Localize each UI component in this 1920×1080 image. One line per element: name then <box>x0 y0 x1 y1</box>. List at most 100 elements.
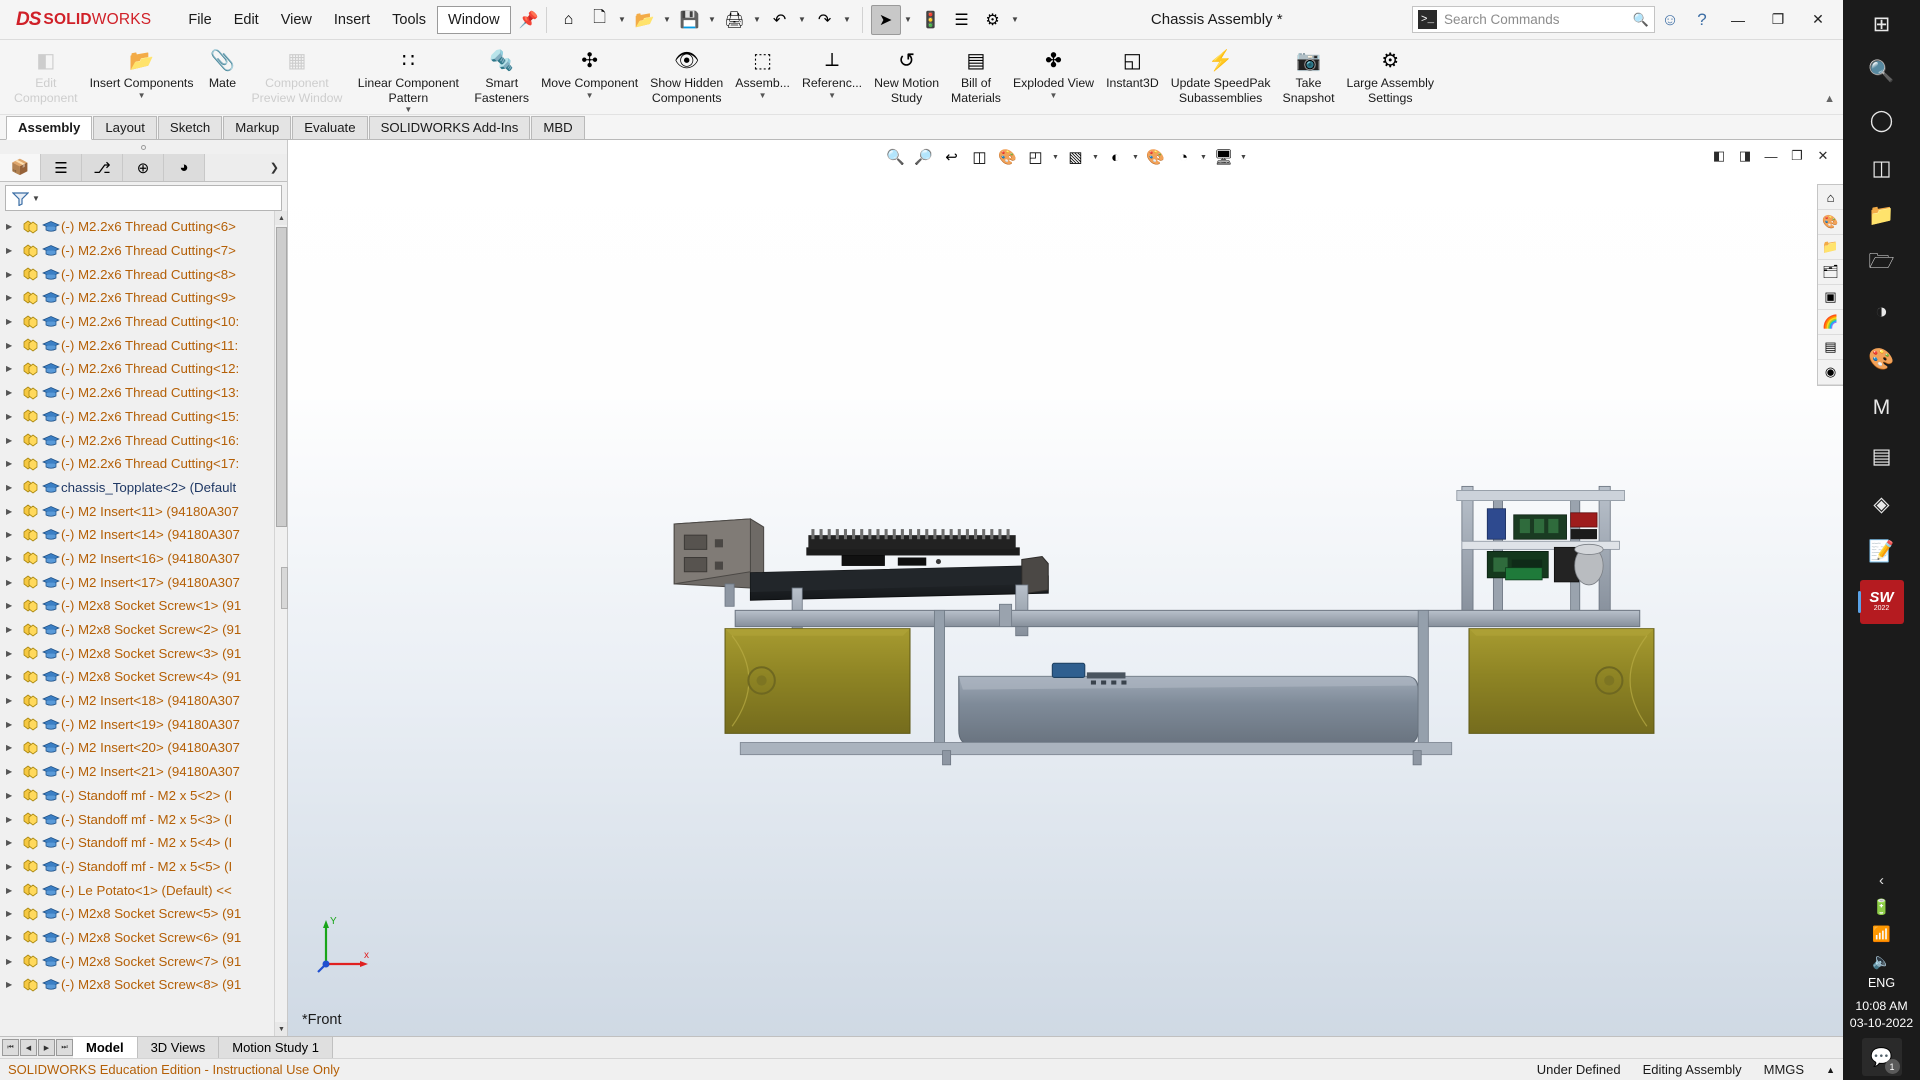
expand-arrow-icon[interactable]: ▶ <box>6 767 21 776</box>
zoom-to-fit-icon[interactable]: 🔍 <box>882 145 909 169</box>
expand-arrow-icon[interactable]: ▶ <box>6 222 21 231</box>
network-icon[interactable]: 📶 <box>1872 925 1891 943</box>
tab-mbd[interactable]: MBD <box>531 116 584 139</box>
expand-arrow-icon[interactable]: ▶ <box>6 436 21 445</box>
tree-item[interactable]: ▶(-) M2.2x6 Thread Cutting<11: <box>0 333 287 357</box>
ribbon-move-component[interactable]: ✣Move Component▼ <box>535 43 644 101</box>
tree-item[interactable]: ▶(-) Standoff mf - M2 x 5<2> (I <box>0 784 287 808</box>
tree-item[interactable]: ▶(-) M2 Insert<19> (94180A307 <box>0 712 287 736</box>
print-icon[interactable]: 🖨 <box>720 5 750 35</box>
next-tab-button[interactable]: ▶ <box>38 1039 55 1056</box>
ribbon-show-hidden-components[interactable]: 👁Show HiddenComponents <box>644 43 729 107</box>
tree-item[interactable]: ▶(-) M2.2x6 Thread Cutting<10: <box>0 310 287 334</box>
tab-layout[interactable]: Layout <box>93 116 157 139</box>
save-icon[interactable]: 💾 <box>675 5 705 35</box>
ribbon-linear-component-pattern[interactable]: ∷Linear Component Pattern▼ <box>348 43 468 115</box>
solidworks-forum-icon[interactable]: ◉ <box>1818 360 1843 385</box>
expand-arrow-icon[interactable]: ▶ <box>6 791 21 800</box>
expand-arrow-icon[interactable]: ▶ <box>6 957 21 966</box>
taskbar-task-view-icon[interactable]: ◫ <box>1853 144 1911 192</box>
bottom-tab-3d-views[interactable]: 3D Views <box>138 1037 220 1058</box>
ribbon-dropdown-icon[interactable]: ▼ <box>404 107 412 113</box>
tree-item[interactable]: ▶(-) M2x8 Socket Screw<4> (91 <box>0 665 287 689</box>
tree-item[interactable]: ▶(-) Standoff mf - M2 x 5<3> (I <box>0 807 287 831</box>
tree-item[interactable]: ▶(-) M2.2x6 Thread Cutting<15: <box>0 405 287 429</box>
taskbar-paint-3d-icon[interactable]: 🎨 <box>1853 336 1911 384</box>
expand-arrow-icon[interactable]: ▶ <box>6 364 21 373</box>
ribbon-smart-fasteners[interactable]: 🔩SmartFasteners <box>468 43 535 107</box>
tree-item[interactable]: ▶(-) M2x8 Socket Screw<3> (91 <box>0 641 287 665</box>
tree-item[interactable]: ▶(-) M2x8 Socket Screw<2> (91 <box>0 618 287 642</box>
taskbar-search-taskbar-icon[interactable]: 🔍 <box>1853 48 1911 96</box>
expand-arrow-icon[interactable]: ▶ <box>6 507 21 516</box>
ribbon-instant3d[interactable]: ◱Instant3D <box>1100 43 1165 93</box>
tree-item[interactable]: ▶(-) M2 Insert<18> (94180A307 <box>0 689 287 713</box>
doc-restore-icon[interactable]: ❐ <box>1785 145 1809 167</box>
menu-tools[interactable]: Tools <box>381 7 437 33</box>
property-manager-tab[interactable]: ☰ <box>41 154 82 181</box>
tree-item[interactable]: ▶(-) M2 Insert<11> (94180A307 <box>0 499 287 523</box>
expand-arrow-icon[interactable]: ▶ <box>6 862 21 871</box>
expand-arrow-icon[interactable]: ▶ <box>6 270 21 279</box>
redo-dropdown-icon[interactable]: ▼ <box>841 15 854 24</box>
graphics-viewport[interactable]: 🔍🔎↩◫🎨◰▼▧▼◐▼🎨◔▼🖥▼ ◧◨—❐✕ <box>288 140 1843 1036</box>
appearances-icon[interactable]: 🎨 <box>1818 210 1843 235</box>
search-commands-box[interactable]: >_ Search Commands 🔍 <box>1412 6 1655 33</box>
redo-icon[interactable]: ↷ <box>810 5 840 35</box>
tree-item[interactable]: ▶(-) M2 Insert<21> (94180A307 <box>0 760 287 784</box>
expand-arrow-icon[interactable]: ▶ <box>6 980 21 989</box>
expand-arrow-icon[interactable]: ▶ <box>6 838 21 847</box>
tree-tabs-overflow-icon[interactable]: ❯ <box>205 154 287 181</box>
ribbon-new-motion-study[interactable]: ↺New MotionStudy <box>868 43 945 107</box>
first-tab-button[interactable]: ⏮ <box>2 1039 19 1056</box>
expand-arrow-icon[interactable]: ▶ <box>6 483 21 492</box>
print-dropdown-icon[interactable]: ▼ <box>751 15 764 24</box>
expand-arrow-icon[interactable]: ▶ <box>6 743 21 752</box>
menu-view[interactable]: View <box>270 7 323 33</box>
save-dropdown-icon[interactable]: ▼ <box>706 15 719 24</box>
notification-center-icon[interactable]: 💬 1 <box>1862 1038 1902 1076</box>
restore-button[interactable]: ❐ <box>1759 5 1797 35</box>
tree-item[interactable]: ▶(-) Le Potato<1> (Default) << <box>0 878 287 902</box>
tree-item[interactable]: ▶(-) M2 Insert<16> (94180A307 <box>0 547 287 571</box>
expand-arrow-icon[interactable]: ▶ <box>6 720 21 729</box>
tree-scroll-thumb[interactable] <box>276 227 287 527</box>
collapse-ribbon-icon[interactable]: ▲ <box>1824 93 1835 105</box>
tab-evaluate[interactable]: Evaluate <box>292 116 367 139</box>
expand-arrow-icon[interactable]: ▶ <box>6 696 21 705</box>
tree-item[interactable]: ▶(-) M2.2x6 Thread Cutting<8> <box>0 262 287 286</box>
bottom-tab-motion-study-1[interactable]: Motion Study 1 <box>219 1037 333 1058</box>
new-document-dropdown-icon[interactable]: ▼ <box>616 15 629 24</box>
ribbon-dropdown-icon[interactable]: ▼ <box>1050 93 1058 99</box>
settings-gear-icon[interactable]: ⚙ <box>978 5 1008 35</box>
menu-insert[interactable]: Insert <box>323 7 381 33</box>
view-palette-home-icon[interactable]: ⌂ <box>1818 185 1843 210</box>
expand-arrow-icon[interactable]: ▶ <box>6 412 21 421</box>
tree-scroll-up-icon[interactable]: ▲ <box>275 211 287 225</box>
display-manager-tab[interactable]: ◕ <box>164 154 205 181</box>
ribbon-mate-paperclip[interactable]: 📎Mate <box>199 43 245 93</box>
units-caret-icon[interactable]: ▲ <box>1826 1065 1835 1075</box>
search-magnifier-icon[interactable]: 🔍 <box>1633 12 1649 28</box>
tree-item[interactable]: ▶(-) M2x8 Socket Screw<5> (91 <box>0 902 287 926</box>
expand-arrow-icon[interactable]: ▶ <box>6 554 21 563</box>
open-folder-icon[interactable]: 📂 <box>630 5 660 35</box>
tree-item[interactable]: ▶(-) M2.2x6 Thread Cutting<9> <box>0 286 287 310</box>
expand-arrow-icon[interactable]: ▶ <box>6 293 21 302</box>
expand-arrow-icon[interactable]: ▶ <box>6 317 21 326</box>
tab-assembly[interactable]: Assembly <box>6 116 92 140</box>
expand-arrow-icon[interactable]: ▶ <box>6 578 21 587</box>
ribbon-reference-geometry[interactable]: ⟂Referenc...▼ <box>796 43 868 101</box>
viewport-dropdown-icon[interactable]: ▼ <box>1238 154 1249 161</box>
home-icon[interactable]: ⌂ <box>554 5 584 35</box>
taskbar-folder-taskbar-icon[interactable]: 🗁 <box>1853 240 1911 288</box>
expand-arrow-icon[interactable]: ▶ <box>6 672 21 681</box>
taskbar-item-solidworks[interactable]: SW 2022 <box>1856 577 1908 627</box>
display-style-dropdown-icon[interactable]: ▼ <box>1050 154 1061 161</box>
tile-left-icon[interactable]: ◧ <box>1707 145 1731 167</box>
taskbar-mcmaster-carr-icon[interactable]: M <box>1853 384 1911 432</box>
expand-arrow-icon[interactable]: ▶ <box>6 909 21 918</box>
volume-icon[interactable]: 🔈 <box>1872 952 1891 970</box>
pin-menu-icon[interactable]: 📌 <box>519 10 539 30</box>
menu-file[interactable]: File <box>177 7 222 33</box>
